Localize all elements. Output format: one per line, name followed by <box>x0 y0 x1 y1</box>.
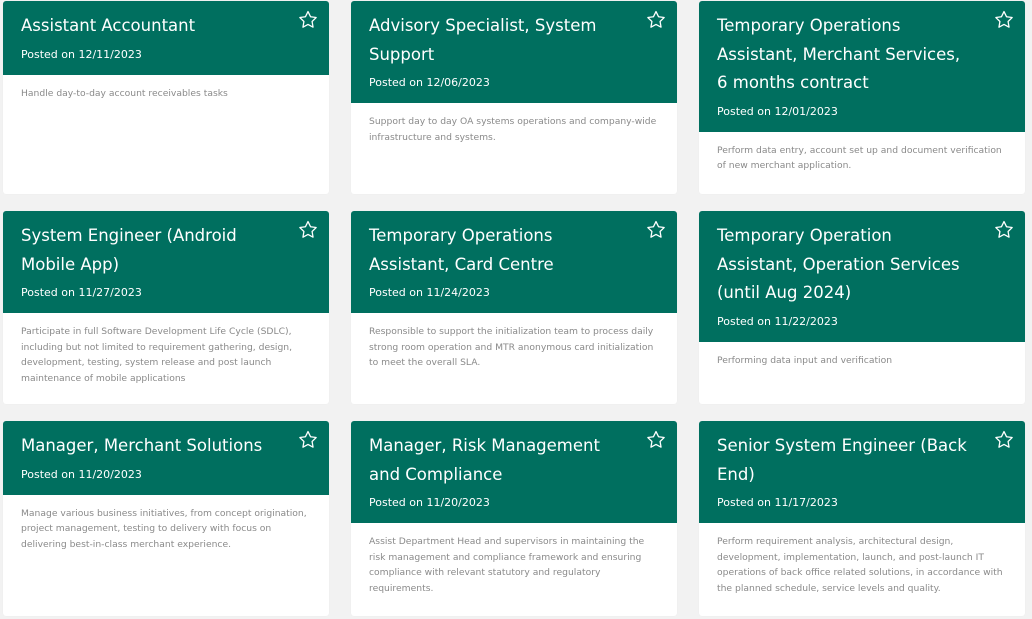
job-description: Perform data entry, account set up and d… <box>717 144 1002 172</box>
job-card-header[interactable]: Senior System Engineer (Back End) Posted… <box>699 421 1025 523</box>
job-card[interactable]: Senior System Engineer (Back End) Posted… <box>699 421 1025 616</box>
job-card[interactable]: Temporary Operation Assistant, Operation… <box>699 211 1025 404</box>
favorite-star-icon[interactable] <box>297 219 319 241</box>
job-card-header[interactable]: Temporary Operations Assistant, Merchant… <box>699 1 1025 132</box>
favorite-star-icon[interactable] <box>993 219 1015 241</box>
job-card[interactable]: Manager, Risk Management and Compliance … <box>351 421 677 616</box>
job-card[interactable]: Assistant Accountant Posted on 12/11/202… <box>3 1 329 194</box>
favorite-star-icon[interactable] <box>645 9 667 31</box>
job-description: Assist Department Head and supervisors i… <box>369 536 645 594</box>
posted-date: Posted on 11/17/2023 <box>717 496 838 509</box>
job-card[interactable]: Manager, Merchant Solutions Posted on 11… <box>3 421 329 616</box>
job-card-header[interactable]: Temporary Operations Assistant, Card Cen… <box>351 211 677 313</box>
job-card-header[interactable]: System Engineer (Android Mobile App) Pos… <box>3 211 329 313</box>
job-title[interactable]: System Engineer (Android Mobile App) <box>21 222 279 279</box>
posted-date: Posted on 11/27/2023 <box>21 286 142 299</box>
job-card-header[interactable]: Temporary Operation Assistant, Operation… <box>699 211 1025 342</box>
job-title[interactable]: Manager, Risk Management and Compliance <box>369 432 627 489</box>
favorite-star-icon[interactable] <box>297 429 319 451</box>
job-card[interactable]: System Engineer (Android Mobile App) Pos… <box>3 211 329 404</box>
posted-date: Posted on 11/22/2023 <box>717 314 838 328</box>
job-description: Support day to day OA systems operations… <box>369 116 657 143</box>
posted-date: Posted on 11/20/2023 <box>21 467 142 481</box>
job-card-header[interactable]: Manager, Risk Management and Compliance … <box>351 421 677 523</box>
favorite-star-icon[interactable] <box>993 429 1015 451</box>
job-card-header[interactable]: Assistant Accountant Posted on 12/11/202… <box>3 1 329 75</box>
job-card[interactable]: Temporary Operations Assistant, Merchant… <box>699 1 1025 194</box>
job-card-grid: Assistant Accountant Posted on 12/11/202… <box>3 1 1029 616</box>
job-card[interactable]: Advisory Specialist, System Support Post… <box>351 1 677 194</box>
favorite-star-icon[interactable] <box>645 219 667 241</box>
posted-date: Posted on 12/06/2023 <box>369 76 490 89</box>
posted-date: Posted on 11/20/2023 <box>369 496 490 509</box>
job-card-header[interactable]: Advisory Specialist, System Support Post… <box>351 1 677 103</box>
job-description: Performing data input and verification <box>717 354 893 366</box>
job-card[interactable]: Temporary Operations Assistant, Card Cen… <box>351 211 677 404</box>
job-card-header[interactable]: Manager, Merchant Solutions Posted on 11… <box>3 421 329 495</box>
posted-date: Posted on 12/11/2023 <box>21 47 142 61</box>
job-title[interactable]: Advisory Specialist, System Support <box>369 12 627 69</box>
favorite-star-icon[interactable] <box>297 9 319 31</box>
job-title[interactable]: Senior System Engineer (Back End) <box>717 432 975 489</box>
favorite-star-icon[interactable] <box>645 429 667 451</box>
posted-date: Posted on 12/01/2023 <box>717 104 838 118</box>
job-description: Handle day-to-day account receivables ta… <box>21 87 228 99</box>
job-title[interactable]: Temporary Operations Assistant, Merchant… <box>717 12 975 98</box>
job-description: Manage various business initiatives, fro… <box>21 507 307 550</box>
job-description: Perform requirement analysis, architectu… <box>717 536 1003 594</box>
posted-date: Posted on 11/24/2023 <box>369 286 490 299</box>
favorite-star-icon[interactable] <box>993 9 1015 31</box>
job-description: Participate in full Software Development… <box>21 326 293 384</box>
job-title[interactable]: Assistant Accountant <box>21 12 279 41</box>
job-description: Responsible to support the initializatio… <box>369 326 654 369</box>
job-title[interactable]: Temporary Operations Assistant, Card Cen… <box>369 222 627 279</box>
job-title[interactable]: Temporary Operation Assistant, Operation… <box>717 222 975 308</box>
job-title[interactable]: Manager, Merchant Solutions <box>21 432 279 461</box>
